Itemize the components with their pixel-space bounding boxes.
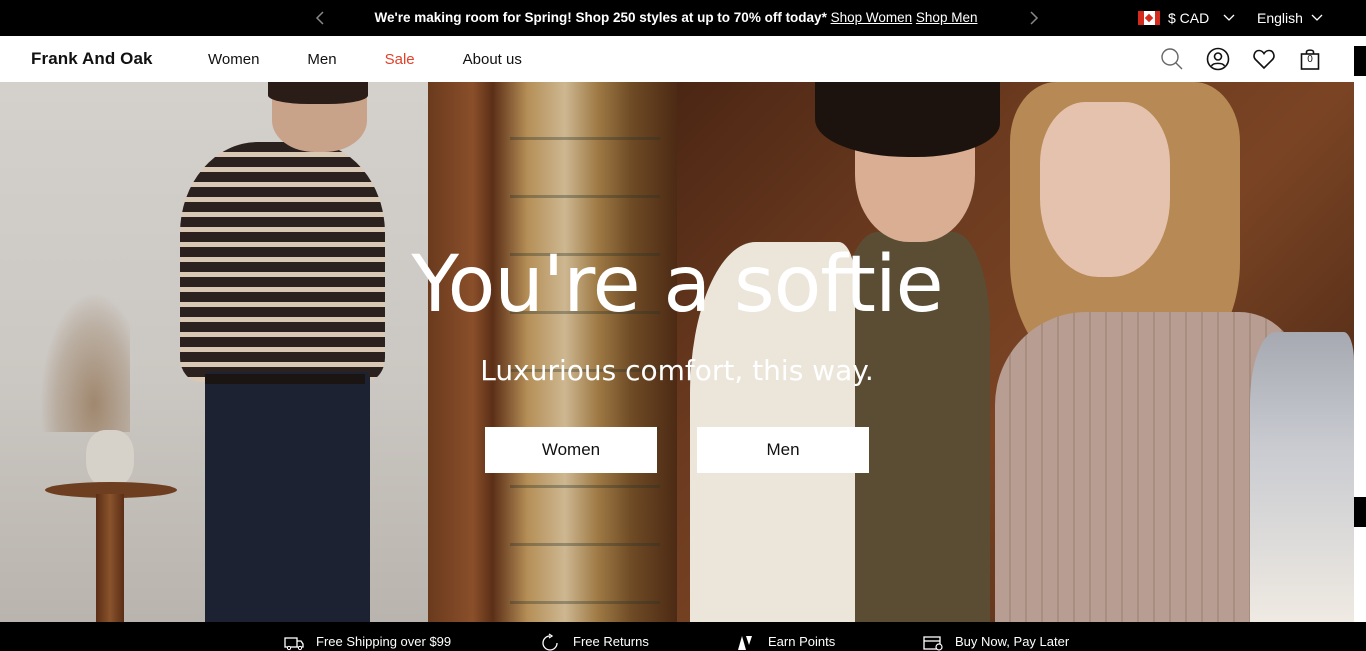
hero-subtitle: Luxurious comfort, this way.: [480, 354, 874, 387]
card-icon: [923, 636, 943, 651]
search-icon[interactable]: [1160, 47, 1184, 71]
site-header: Frank And Oak Women Men Sale About us 0: [0, 36, 1366, 82]
language-selector[interactable]: English: [1257, 0, 1323, 36]
perk-free-returns[interactable]: Free Returns: [541, 622, 649, 651]
announcement-message: We're making room for Spring! Shop 250 s…: [340, 0, 1012, 36]
nav-men[interactable]: Men: [307, 51, 336, 68]
scroll-edge: [1354, 497, 1366, 527]
perk-label: Free Returns: [573, 634, 649, 649]
perk-free-shipping[interactable]: Free Shipping over $99: [284, 622, 451, 651]
truck-icon: [284, 637, 304, 651]
account-icon[interactable]: [1206, 47, 1230, 71]
perk-label: Buy Now, Pay Later: [955, 634, 1070, 649]
perk-buy-now-pay-later[interactable]: Buy Now, Pay Later: [923, 622, 1069, 651]
shop-women-link[interactable]: Shop Women: [831, 10, 913, 25]
hero-banner: You're a softie Luxurious comfort, this …: [0, 82, 1354, 622]
shop-women-button[interactable]: Women: [485, 427, 657, 473]
currency-label: $ CAD: [1168, 10, 1210, 26]
perks-bar: Free Shipping over $99 Free Returns Earn…: [0, 622, 1366, 651]
announcement-text: We're making room for Spring! Shop 250 s…: [374, 10, 827, 25]
language-label: English: [1257, 10, 1303, 26]
shop-men-link[interactable]: Shop Men: [916, 10, 978, 25]
announcement-bar: We're making room for Spring! Shop 250 s…: [0, 0, 1366, 36]
chevron-down-icon: [1311, 14, 1323, 21]
chevron-right-icon[interactable]: [1024, 8, 1044, 28]
nav-sale[interactable]: Sale: [385, 51, 415, 68]
shop-men-button[interactable]: Men: [697, 427, 869, 473]
hero-title: You're a softie: [411, 240, 943, 330]
main-nav: Women Men Sale About us: [208, 36, 570, 82]
nav-about-us[interactable]: About us: [463, 51, 522, 68]
header-icons: 0: [1160, 36, 1322, 82]
chevron-down-icon: [1223, 14, 1235, 21]
bag-count: 0: [1307, 54, 1313, 65]
canada-flag-icon: [1138, 11, 1160, 25]
chevron-left-icon[interactable]: [310, 8, 330, 28]
heart-icon[interactable]: [1252, 47, 1276, 71]
nav-women[interactable]: Women: [208, 51, 259, 68]
bag-icon[interactable]: 0: [1298, 47, 1322, 71]
perk-label: Free Shipping over $99: [316, 634, 452, 649]
points-icon: [738, 636, 752, 650]
scroll-edge: [1354, 46, 1366, 76]
perk-label: Earn Points: [768, 634, 836, 649]
currency-selector[interactable]: $ CAD: [1138, 0, 1235, 36]
perk-earn-points[interactable]: Earn Points: [736, 622, 835, 651]
returns-icon: [542, 633, 558, 651]
site-logo[interactable]: Frank And Oak: [31, 49, 153, 69]
